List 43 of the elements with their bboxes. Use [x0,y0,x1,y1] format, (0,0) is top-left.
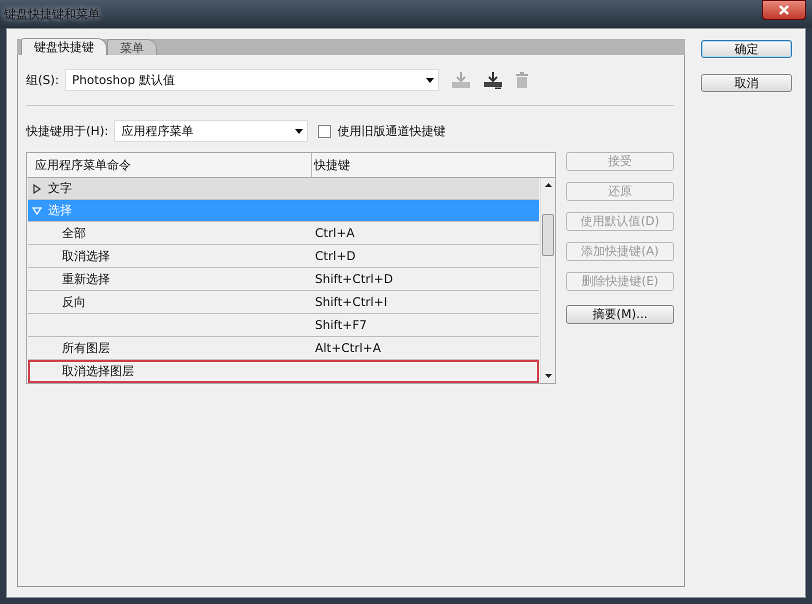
group-label: 文字 [48,180,72,197]
expanded-triangle-icon[interactable] [32,206,42,216]
group-label: 选择 [48,202,72,219]
close-icon [777,5,791,15]
shortcut-label: Shift+F7 [315,318,367,332]
dialog-button[interactable]: 取消 [701,74,792,92]
shortcut-label: Shift+Ctrl+I [315,295,388,309]
checkbox[interactable] [318,124,332,138]
command-label: 所有图层 [62,340,110,354]
close-button[interactable] [762,0,806,20]
command-row[interactable]: 取消选择图层 [28,360,539,383]
shortcuts-for-label: 快捷键用于(H): [26,122,108,140]
dialog-button[interactable]: 确定 [701,40,792,58]
trash-icon[interactable] [515,71,530,89]
command-label: 重新选择 [62,272,110,286]
caret-icon [426,78,434,82]
shortcut-label: Ctrl+A [315,226,355,240]
command-label: 取消选择 [62,248,110,262]
tree-row[interactable]: 文字 [28,178,539,200]
window-title: 键盘快捷键和菜单 [4,6,100,22]
scroll-thumb[interactable] [542,214,554,256]
command-label: 取消选择图层 [62,364,134,378]
checkbox-label: 使用旧版通道快捷键 [337,122,446,140]
save-icon[interactable] [451,71,472,89]
shortcut-label: Shift+Ctrl+D [315,272,393,286]
column-header: 应用程序菜单命令 [27,153,312,177]
scroll-up-icon[interactable] [544,183,552,187]
shortcuts-for-dropdown[interactable]: 应用程序菜单 [114,120,308,142]
scrollbar[interactable] [540,178,555,383]
caret-icon [295,128,304,134]
shortcut-label: Ctrl+D [315,249,356,263]
scroll-down-icon[interactable] [544,374,552,378]
save-as-icon[interactable] [483,71,504,89]
set-dropdown[interactable]: Photoshop 默认值 [65,69,440,91]
command-label: 反向 [62,294,86,308]
set-label: 组(S): [26,72,60,88]
collapsed-triangle-icon[interactable] [32,184,42,194]
tab[interactable]: 菜单 [107,39,157,55]
command-label: 全部 [62,226,86,240]
shortcut-label: Alt+Ctrl+A [315,341,381,355]
tab[interactable]: 键盘快捷键 [21,38,107,55]
column-header: 快捷键 [312,156,351,174]
action-button[interactable]: 摘要(M)... [566,305,674,324]
